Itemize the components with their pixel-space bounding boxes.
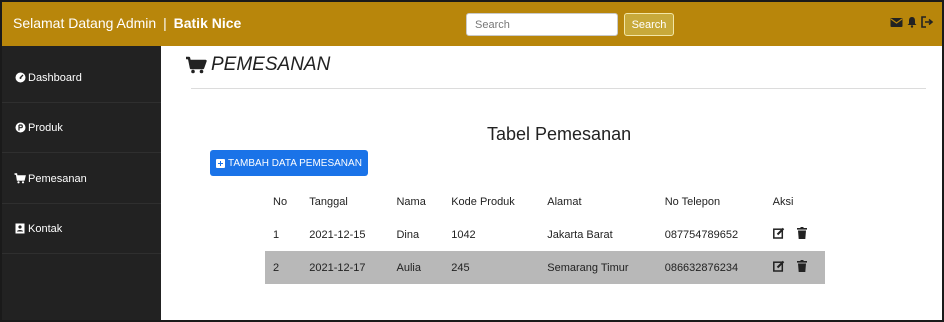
table-row: 2 2021-12-17 Aulia 245 Semarang Timur 08… xyxy=(265,251,825,284)
sign-out-icon[interactable] xyxy=(921,15,934,33)
sidebar: Dashboard Produk Pemesanan Kontak xyxy=(2,46,161,320)
greeting-text: Selamat Datang Admin xyxy=(13,15,157,31)
orders-table: No Tanggal Nama Kode Produk Alamat No Te… xyxy=(265,186,825,284)
table-title: Tabel Pemesanan xyxy=(487,124,632,144)
title-divider xyxy=(191,88,926,89)
column-header: No xyxy=(273,196,288,208)
sidebar-item-label: Kontak xyxy=(28,222,63,235)
add-order-label: TAMBAH DATA PEMESANAN xyxy=(228,157,362,169)
page-title-text: PEMESANAN xyxy=(211,54,331,75)
table-header-row: No Tanggal Nama Kode Produk Alamat No Te… xyxy=(265,186,825,218)
sidebar-item-label: Dashboard xyxy=(28,71,82,84)
sidebar-item-label: Pemesanan xyxy=(28,172,87,185)
trash-icon[interactable] xyxy=(796,260,807,275)
cell-kode-produk: 1042 xyxy=(451,228,476,241)
navbar-brand[interactable]: Selamat Datang Admin | Batik Nice xyxy=(13,15,241,31)
add-order-button[interactable]: TAMBAH DATA PEMESANAN xyxy=(210,150,368,176)
cell-aksi xyxy=(764,251,825,284)
column-header: Tanggal xyxy=(309,196,348,208)
brand-name: Batik Nice xyxy=(173,15,242,31)
cell-alamat: Semarang Timur xyxy=(539,251,657,284)
cell-no: 2 xyxy=(265,251,302,284)
table-row: 1 2021-12-15 Dina 1042 Jakarta Barat 087… xyxy=(265,218,825,251)
top-navbar: Selamat Datang Admin | Batik Nice Search xyxy=(2,2,942,46)
navbar-icons xyxy=(890,15,934,33)
cell-tanggal: 2021-12-17 xyxy=(301,251,389,284)
column-header: Alamat xyxy=(547,196,582,208)
column-header: No Telepon xyxy=(664,196,721,208)
bell-icon[interactable] xyxy=(906,15,918,33)
product-icon xyxy=(14,122,26,134)
cell-kode-produk: 245 xyxy=(443,251,540,284)
edit-icon[interactable] xyxy=(772,260,785,275)
main-content: PEMESANAN Tabel Pemesanan TAMBAH DATA PE… xyxy=(161,46,942,320)
plus-square-icon xyxy=(216,158,225,168)
cell-no-telepon: 086632876234 xyxy=(656,251,765,284)
contact-icon xyxy=(14,223,26,235)
brand-separator: | xyxy=(163,15,167,31)
column-header: Aksi xyxy=(772,196,794,208)
trash-icon[interactable] xyxy=(796,227,807,242)
cart-icon xyxy=(185,56,207,74)
app-window: Selamat Datang Admin | Batik Nice Search… xyxy=(0,0,944,322)
envelope-icon[interactable] xyxy=(890,15,903,33)
cell-no: 1 xyxy=(273,228,280,241)
dashboard-icon xyxy=(14,72,26,84)
sidebar-item-pemesanan[interactable]: Pemesanan xyxy=(2,154,161,204)
search-input[interactable] xyxy=(466,13,618,36)
cell-aksi xyxy=(765,218,825,251)
cell-alamat: Jakarta Barat xyxy=(547,228,613,241)
page-title: PEMESANAN xyxy=(185,54,330,76)
sidebar-item-produk[interactable]: Produk xyxy=(2,103,161,153)
cell-no-telepon: 087754789652 xyxy=(664,228,739,241)
edit-icon[interactable] xyxy=(772,227,785,242)
column-header: Nama xyxy=(396,196,426,208)
sidebar-item-label: Produk xyxy=(28,121,63,134)
cell-nama: Aulia xyxy=(388,251,444,284)
cell-tanggal: 2021-12-15 xyxy=(309,228,366,241)
cart-icon xyxy=(14,173,26,185)
search-button[interactable]: Search xyxy=(624,13,674,36)
column-header: Kode Produk xyxy=(451,196,515,208)
sidebar-item-kontak[interactable]: Kontak xyxy=(2,204,161,254)
cell-nama: Dina xyxy=(396,228,420,241)
sidebar-item-dashboard[interactable]: Dashboard xyxy=(2,53,161,103)
